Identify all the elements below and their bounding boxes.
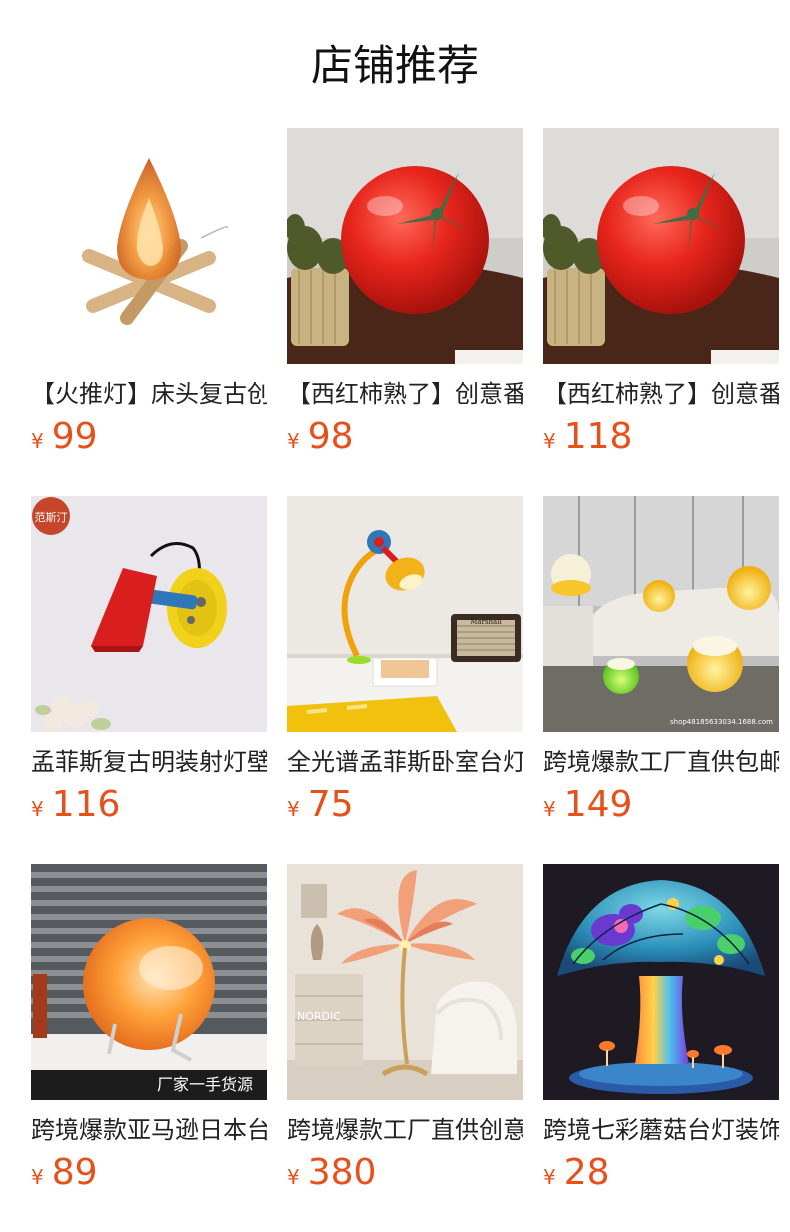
product-name[interactable]: 跨境七彩蘑菇台灯装饰 <box>543 1112 779 1148</box>
product-name[interactable]: 【西红柿熟了】创意番茄 <box>287 376 523 412</box>
price-amount: 149 <box>563 784 633 825</box>
product-price: ¥ 75 <box>287 784 354 826</box>
product-price: ¥ 149 <box>543 784 632 826</box>
product-name[interactable]: 跨境爆款亚马逊日本台灯 <box>31 1112 267 1148</box>
product-price: ¥ 28 <box>543 1152 610 1194</box>
product-card[interactable]: shop48185633034.1688.com 跨境爆款工厂直供包邮 ¥ 14… <box>543 496 779 864</box>
product-price: ¥ 89 <box>31 1152 98 1194</box>
svg-text:NORDIC: NORDIC <box>297 1010 341 1023</box>
mushroom-lamp-image[interactable] <box>543 864 779 1100</box>
product-name[interactable]: 【西红柿熟了】创意番茄 <box>543 376 779 412</box>
product-price: ¥ 118 <box>543 416 632 458</box>
memphis-desk-lamp-image[interactable]: Marshall <box>287 496 523 732</box>
currency-symbol: ¥ <box>31 797 44 821</box>
product-name[interactable]: 全光谱孟菲斯卧室台灯 <box>287 744 523 780</box>
svg-text:shop48185633034.1688.com: shop48185633034.1688.com <box>670 718 773 726</box>
currency-symbol: ¥ <box>31 1165 44 1189</box>
price-amount: 380 <box>307 1152 377 1193</box>
product-name[interactable]: 跨境爆款工厂直供创意羽毛 <box>287 1112 523 1148</box>
product-name[interactable]: 【火推灯】床头复古创意 <box>31 376 267 412</box>
currency-symbol: ¥ <box>287 1165 300 1189</box>
page-title: 店铺推荐 <box>310 41 479 90</box>
product-card[interactable]: 跨境七彩蘑菇台灯装饰 ¥ 28 <box>543 864 779 1232</box>
product-name[interactable]: 孟菲斯复古明装射灯壁灯 <box>31 744 267 780</box>
product-card[interactable]: NORDIC 跨境爆款工厂直供创意羽毛 ¥ <box>287 864 523 1232</box>
price-amount: 116 <box>51 784 121 825</box>
orange-globe-lamp-image[interactable]: 厂家一手货源 <box>31 864 267 1100</box>
product-card[interactable]: 厂家一手货源 跨境爆款亚马逊日本台灯 ¥ 89 <box>31 864 267 1232</box>
price-amount: 75 <box>307 784 354 825</box>
svg-text:厂家一手货源: 厂家一手货源 <box>157 1075 253 1094</box>
feather-floor-lamp-image[interactable]: NORDIC <box>287 864 523 1100</box>
currency-symbol: ¥ <box>287 797 300 821</box>
currency-symbol: ¥ <box>287 429 300 453</box>
price-amount: 99 <box>51 416 98 457</box>
product-card[interactable]: 【西红柿熟了】创意番茄 ¥ 118 <box>543 128 779 496</box>
svg-text:Marshall: Marshall <box>470 618 502 626</box>
product-card[interactable]: 【火推灯】床头复古创意 ¥ 99 <box>31 128 267 496</box>
memphis-wall-lamp-image[interactable]: 范斯汀 <box>31 496 267 732</box>
product-card[interactable]: 【西红柿熟了】创意番茄 ¥ 98 <box>287 128 523 496</box>
product-card[interactable]: Marshall 全光谱孟菲斯卧室台灯 ¥ 75 <box>287 496 523 864</box>
product-price: ¥ 380 <box>287 1152 376 1194</box>
product-price: ¥ 116 <box>31 784 120 826</box>
product-card[interactable]: 范斯汀 孟菲斯复古明装射灯壁灯 ¥ 116 <box>31 496 267 864</box>
price-amount: 28 <box>563 1152 610 1193</box>
product-grid: 【火推灯】床头复古创意 ¥ 99 <box>31 128 779 1232</box>
price-amount: 118 <box>563 416 633 457</box>
glowing-sphere-lamps-image[interactable]: shop48185633034.1688.com <box>543 496 779 732</box>
tomato-lamp-image[interactable] <box>543 128 779 364</box>
product-name[interactable]: 跨境爆款工厂直供包邮 <box>543 744 779 780</box>
currency-symbol: ¥ <box>543 1165 556 1189</box>
currency-symbol: ¥ <box>543 797 556 821</box>
currency-symbol: ¥ <box>543 429 556 453</box>
price-amount: 89 <box>51 1152 98 1193</box>
svg-text:范斯汀: 范斯汀 <box>35 510 68 524</box>
campfire-lamp-image[interactable] <box>31 128 267 364</box>
product-price: ¥ 98 <box>287 416 354 458</box>
currency-symbol: ¥ <box>31 429 44 453</box>
tomato-lamp-image[interactable] <box>287 128 523 364</box>
price-amount: 98 <box>307 416 354 457</box>
product-price: ¥ 99 <box>31 416 98 458</box>
